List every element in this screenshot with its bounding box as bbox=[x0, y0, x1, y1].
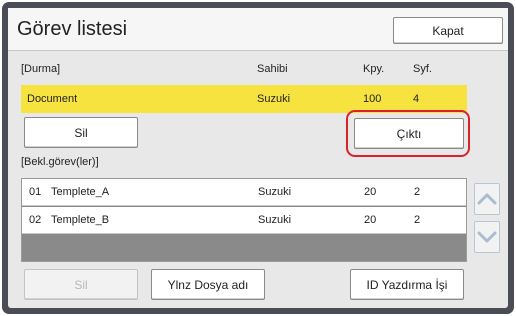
waiting-jobs-label: [Bekl.görev(ler)] bbox=[21, 156, 99, 168]
job-copies: 20 bbox=[364, 214, 377, 226]
column-header-owner: Sahibi bbox=[257, 63, 288, 75]
scroll-up-button[interactable] bbox=[474, 183, 500, 215]
chevron-up-icon bbox=[477, 193, 497, 205]
delete-active-job-button[interactable]: Sil bbox=[24, 117, 138, 148]
column-header-pages: Syf. bbox=[413, 63, 432, 75]
job-copies: 20 bbox=[364, 186, 377, 198]
scroll-down-button[interactable] bbox=[474, 221, 500, 253]
page-title: Görev listesi bbox=[17, 18, 128, 40]
waiting-jobs-list: 01 Templete_A Suzuki 20 2 02 Templete_B … bbox=[21, 178, 467, 262]
active-job-copies: 100 bbox=[363, 93, 382, 105]
output-button[interactable]: Çıktı bbox=[354, 118, 464, 149]
job-pages: 2 bbox=[414, 214, 421, 226]
window-frame: Görev listesi Kapat [Durma] Sahibi Kpy. … bbox=[2, 2, 514, 314]
list-item[interactable]: 01 Templete_A Suzuki 20 2 bbox=[22, 179, 466, 206]
chevron-down-icon bbox=[477, 231, 497, 243]
active-job-owner: Suzuki bbox=[257, 93, 291, 105]
job-name: Templete_A bbox=[51, 186, 110, 198]
active-job-row: Document Suzuki 100 4 bbox=[21, 85, 467, 113]
job-list-panel: Görev listesi Kapat [Durma] Sahibi Kpy. … bbox=[8, 8, 508, 308]
job-number: 01 bbox=[29, 186, 42, 198]
delete-waiting-job-button[interactable]: Sil bbox=[24, 269, 138, 300]
job-name: Templete_B bbox=[51, 214, 110, 226]
job-number: 02 bbox=[29, 214, 42, 226]
job-owner: Suzuki bbox=[258, 186, 292, 198]
filename-only-button[interactable]: Ylnz Dosya adı bbox=[151, 269, 265, 300]
active-job-name: Document bbox=[27, 93, 78, 105]
active-job-pages: 4 bbox=[413, 93, 420, 105]
status-label: [Durma] bbox=[21, 63, 61, 75]
job-pages: 2 bbox=[414, 186, 421, 198]
column-header-copies: Kpy. bbox=[363, 63, 385, 75]
id-print-job-button[interactable]: ID Yazdırma İşi bbox=[350, 269, 464, 300]
job-owner: Suzuki bbox=[258, 214, 292, 226]
close-button[interactable]: Kapat bbox=[393, 17, 503, 44]
header-bar: Görev listesi Kapat bbox=[8, 8, 508, 51]
list-item[interactable]: 02 Templete_B Suzuki 20 2 bbox=[22, 207, 466, 234]
